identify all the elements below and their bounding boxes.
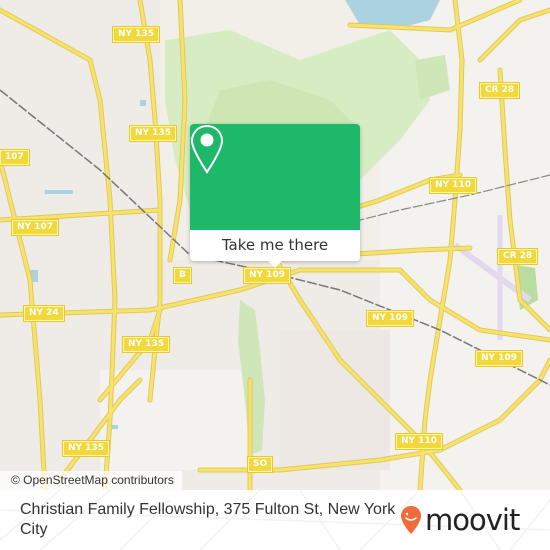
map-pin-icon [190, 124, 224, 174]
road-shield: NY 109 [367, 311, 413, 326]
road-shield: 107 [0, 150, 29, 165]
popup-header [190, 124, 360, 230]
brand-name: moovit [425, 503, 520, 537]
road-shield: NY 135 [113, 27, 159, 42]
road-shield: NY 135 [123, 337, 169, 352]
footer: Christian Family Fellowship, 375 Fulton … [0, 490, 550, 550]
road-shield: SO [248, 457, 273, 472]
road-shield: NY 110 [430, 178, 476, 193]
road-shield: NY 110 [396, 434, 442, 449]
moovit-pin-icon [401, 506, 421, 534]
road-shield: NY 109 [244, 268, 290, 283]
road-shield: NY 135 [63, 441, 109, 456]
map-canvas[interactable]: NY 135 NY 135 107 NY 107 NY 24 NY 135 NY… [0, 0, 550, 490]
road-shield: NY 24 [24, 306, 64, 321]
road-shield: NY 107 [12, 220, 58, 235]
road-shield: CR 28 [498, 249, 538, 264]
road-shield: NY 109 [476, 351, 522, 366]
popup-pointer [267, 260, 283, 268]
moovit-logo[interactable]: moovit [400, 503, 520, 537]
road-shield: NY 135 [130, 126, 176, 141]
location-popup: Take me there [190, 124, 360, 268]
take-me-there-button[interactable]: Take me there [190, 230, 360, 261]
road-shield: B [174, 268, 191, 283]
map-attribution[interactable]: © OpenStreetMap contributors [0, 471, 182, 490]
road-shield: CR 28 [480, 83, 520, 98]
place-title: Christian Family Fellowship, 375 Fulton … [20, 501, 396, 538]
